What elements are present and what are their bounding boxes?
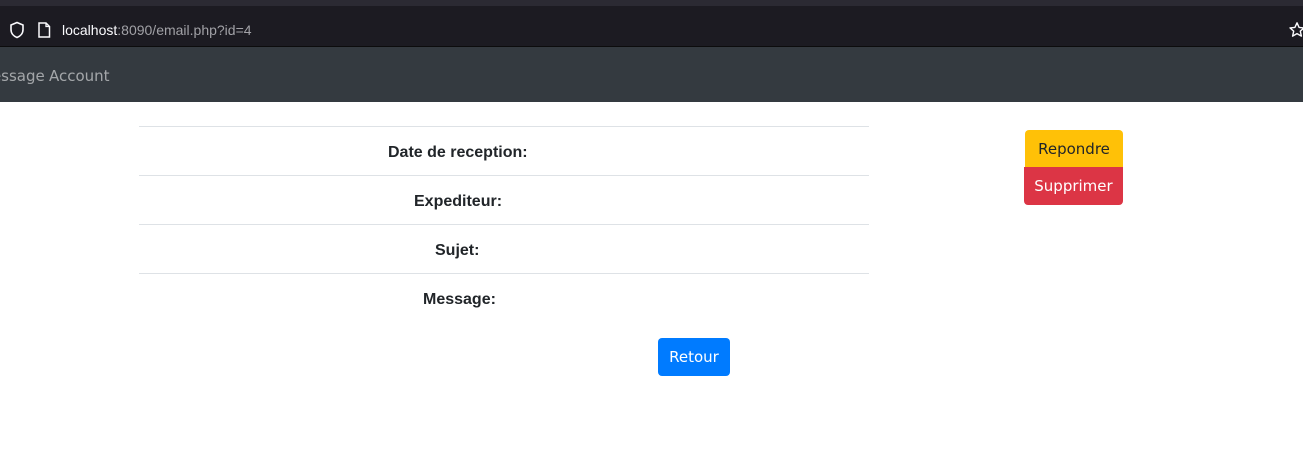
reply-button[interactable]: Repondre — [1025, 130, 1123, 168]
address-bar[interactable]: localhost:8090/email.php?id=4 — [0, 10, 1303, 42]
url-host: localhost — [62, 22, 118, 38]
navbar: Message Account — [0, 47, 1303, 102]
table-row: Date de reception: — [139, 126, 869, 175]
back-button[interactable]: Retour — [658, 338, 730, 376]
email-details-table: Date de reception: Expediteur: Sujet: Me… — [139, 126, 869, 322]
sender-label: Expediteur: — [414, 193, 503, 210]
bookmark-star-icon[interactable] — [1288, 21, 1303, 39]
shield-icon[interactable] — [8, 21, 26, 39]
table-row: Message: — [139, 273, 869, 322]
page-icon — [38, 22, 51, 38]
table-row: Sujet: — [139, 224, 869, 273]
date-label: Date de reception: — [388, 144, 528, 161]
url-path: :8090/email.php?id=4 — [117, 22, 252, 38]
browser-toolbar: localhost:8090/email.php?id=4 — [0, 6, 1303, 46]
nav-link-account[interactable]: Account — [49, 66, 110, 86]
subject-label: Sujet: — [435, 242, 480, 259]
delete-button[interactable]: Supprimer — [1024, 167, 1123, 205]
url-text[interactable]: localhost:8090/email.php?id=4 — [62, 20, 252, 40]
nav-link-message[interactable]: Message — [0, 66, 45, 86]
table-row: Expediteur: — [139, 175, 869, 224]
message-label: Message: — [423, 291, 496, 308]
